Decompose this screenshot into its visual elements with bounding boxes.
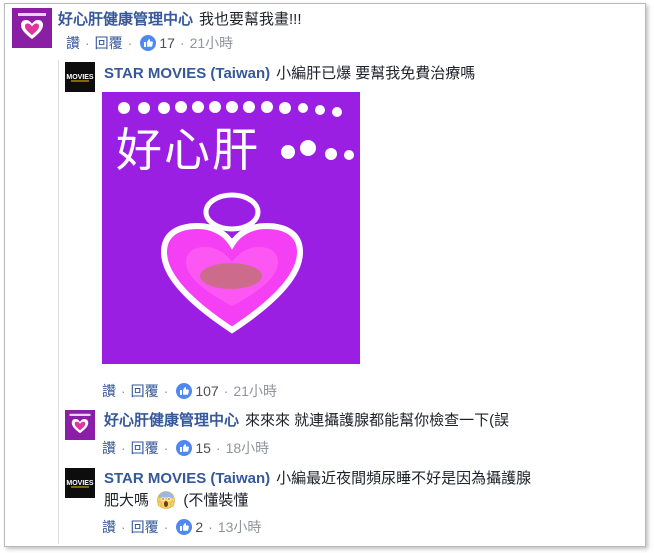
separator-dot: · [127, 35, 133, 51]
separator-dot: · [163, 519, 169, 535]
attached-drawing-image[interactable]: 好心肝 [102, 92, 360, 364]
comment-actions: 讚 · 回覆 · 2 · 13小時 [102, 517, 261, 537]
thumbs-up-icon [176, 519, 193, 535]
separator-dot: · [223, 383, 229, 399]
like-count: 107 [195, 383, 219, 399]
star-movies-avatar[interactable]: MOVIES [65, 62, 95, 92]
hospital-logo-avatar[interactable] [12, 8, 52, 48]
thumbs-up-icon [140, 35, 157, 51]
timestamp[interactable]: 21小時 [190, 33, 234, 53]
like-count-badge[interactable]: 15 [176, 440, 211, 456]
like-count: 15 [195, 440, 211, 456]
comment-text-continued: (不懂裝懂 [183, 492, 249, 509]
separator-dot: · [121, 519, 126, 535]
separator-dot: · [179, 35, 185, 51]
separator-dot: · [121, 440, 126, 456]
thumbs-up-icon [176, 440, 193, 456]
comment-author[interactable]: 好心肝健康管理中心 [104, 412, 239, 429]
svg-text:MOVIES: MOVIES [66, 74, 94, 81]
like-count-badge[interactable]: 107 [176, 383, 219, 399]
separator-dot: · [163, 383, 169, 399]
timestamp[interactable]: 13小時 [218, 517, 262, 537]
like-count-badge[interactable]: 17 [140, 35, 175, 51]
comment-text: 來來來 就連攝護腺都能幫你檢查一下(誤 [245, 412, 510, 429]
timestamp[interactable]: 18小時 [226, 438, 270, 458]
comment-text: 我也要幫我畫!!! [199, 11, 302, 28]
like-count: 17 [159, 35, 175, 51]
like-count-badge[interactable]: 2 [176, 519, 203, 535]
reply-link[interactable]: 回覆 [95, 33, 123, 53]
comment-hospital-2: 好心肝健康管理中心 來來來 就連攝護腺都能幫你檢查一下(誤 [65, 410, 509, 440]
comment-text-continued: 肥大嗎 [104, 492, 150, 509]
scream-emoji-icon [157, 491, 175, 509]
svg-text:MOVIES: MOVIES [66, 480, 94, 487]
comment-author[interactable]: 好心肝健康管理中心 [58, 11, 193, 28]
comment-starmovies-1: MOVIES STAR MOVIES (Taiwan) 小編肝已爆 要幫我免費治療… [65, 62, 475, 92]
reply-link[interactable]: 回覆 [131, 438, 159, 458]
like-link[interactable]: 讚 [102, 517, 116, 537]
reply-thread-line [58, 60, 59, 544]
like-link[interactable]: 讚 [66, 33, 80, 53]
reply-link[interactable]: 回覆 [131, 517, 159, 537]
comment-author[interactable]: STAR MOVIES (Taiwan) [104, 65, 270, 82]
star-movies-avatar[interactable]: MOVIES [65, 468, 95, 498]
drawing-caption: 好心肝 [116, 123, 260, 177]
comment-actions: 讚 · 回覆 · 17 · 21小時 [66, 33, 233, 53]
separator-dot: · [163, 440, 169, 456]
hospital-logo-avatar[interactable] [65, 410, 95, 440]
comment-actions: 讚 · 回覆 · 107 · 21小時 [102, 381, 277, 401]
separator-dot: · [208, 519, 213, 535]
comment-text: 小編最近夜間頻尿睡不好是因為攝護腺 [276, 470, 532, 487]
comment-actions: 讚 · 回覆 · 15 · 18小時 [102, 438, 269, 458]
separator-dot: · [215, 440, 221, 456]
comment-text: 小編肝已爆 要幫我免費治療嗎 [276, 65, 476, 82]
like-link[interactable]: 讚 [102, 438, 116, 458]
thumbs-up-icon [176, 383, 193, 399]
reply-link[interactable]: 回覆 [131, 381, 159, 401]
comment-author[interactable]: STAR MOVIES (Taiwan) [104, 470, 270, 487]
comment-starmovies-2: MOVIES STAR MOVIES (Taiwan) 小編最近夜間頻尿睡不好是因… [65, 468, 531, 511]
separator-dot: · [121, 383, 126, 399]
like-count: 2 [195, 519, 204, 535]
like-link[interactable]: 讚 [102, 381, 116, 401]
separator-dot: · [85, 35, 90, 51]
timestamp[interactable]: 21小時 [233, 381, 277, 401]
